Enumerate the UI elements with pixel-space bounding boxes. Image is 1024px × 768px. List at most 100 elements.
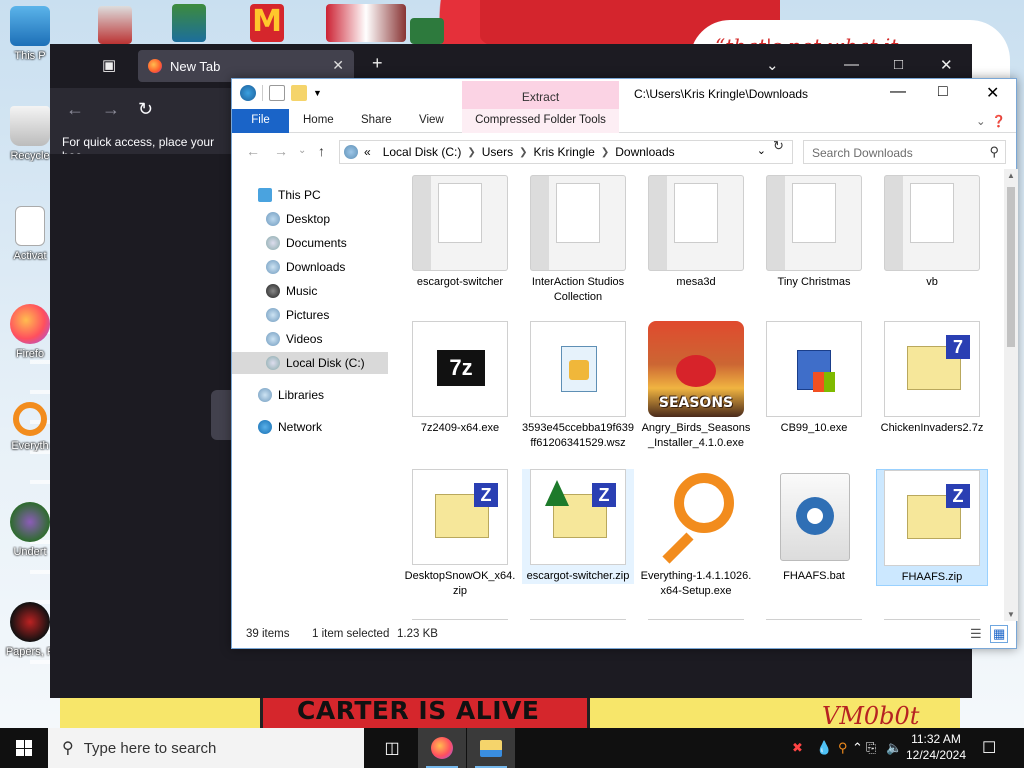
installer-icon — [766, 321, 862, 417]
back-icon[interactable]: ← — [66, 99, 84, 120]
vertical-scrollbar[interactable]: ▲ ▼ — [1004, 169, 1018, 621]
nav-label: Pictures — [286, 308, 330, 322]
extract-context-tab[interactable]: Extract — [462, 81, 619, 109]
tray-water-drop-icon[interactable]: 💧 — [816, 740, 832, 756]
nav-item-music[interactable]: Music — [266, 280, 388, 302]
breadcrumb-users[interactable]: Users — [482, 145, 513, 159]
file-item[interactable]: Z escargot-switcher.zip — [522, 469, 634, 584]
file-item[interactable]: 7 ChickenInvaders2.7z — [876, 321, 988, 436]
expand-ribbon-icon[interactable]: ⌄ — [976, 114, 986, 128]
notification-center-icon[interactable]: ☐ — [982, 738, 996, 758]
maximize-icon[interactable]: □ — [894, 56, 903, 73]
file-item-selected[interactable]: Z FHAAFS.zip — [876, 469, 988, 586]
nav-item-this-pc[interactable]: This PC — [258, 184, 388, 206]
volume-icon[interactable]: 🔈 — [886, 740, 902, 756]
tab-list-icon[interactable]: ▣ — [102, 56, 116, 74]
system-clock[interactable]: 11:32 AM 12/24/2024 — [905, 731, 967, 763]
wsz-skin-icon — [530, 321, 626, 417]
folder-icon — [884, 175, 980, 271]
windows-logo-icon — [16, 740, 32, 756]
ribbon-tab-home[interactable]: Home — [303, 114, 334, 126]
file-name: ChickenInvaders2.7z — [880, 422, 984, 434]
nav-item-pictures[interactable]: Pictures — [266, 304, 388, 326]
large-icons-view-icon[interactable]: ▦ — [990, 625, 1009, 643]
file-item[interactable]: FHAAFS.bat — [758, 469, 870, 584]
tray-everything-icon[interactable]: ⚲ — [838, 740, 848, 756]
close-tab-icon[interactable]: ✕ — [332, 57, 344, 74]
tray-app-icon[interactable]: ✖ — [792, 740, 803, 756]
breadcrumb-separator-icon[interactable]: ❯ — [519, 147, 527, 158]
refresh-icon[interactable]: ↻ — [773, 138, 784, 154]
breadcrumb-separator-icon[interactable]: ❯ — [467, 147, 475, 158]
nav-label: Network — [278, 420, 323, 434]
file-item[interactable]: Everything-1.4.1.1026.x64-Setup.exe — [640, 469, 752, 599]
drive-icon — [344, 145, 358, 159]
breadcrumb-separator-icon[interactable]: ❯ — [601, 147, 609, 158]
up-folder-icon[interactable]: ↑ — [318, 143, 325, 159]
qat-dropdown-icon[interactable]: ▼ — [313, 88, 322, 98]
search-input[interactable]: Search Downloads ⚲ — [803, 140, 1006, 164]
scroll-up-icon[interactable]: ▲ — [1007, 171, 1015, 180]
network-icon[interactable]: ⎘ — [866, 740, 876, 756]
window-title-path: C:\Users\Kris Kringle\Downloads — [634, 87, 809, 101]
sticker-elf-icon — [172, 4, 206, 42]
explorer-title-bar: ▼ Extract C:\Users\Kris Kringle\Download… — [232, 79, 1016, 109]
properties-icon[interactable] — [240, 85, 256, 101]
task-view-button[interactable]: ◫ — [368, 728, 416, 768]
maximize-icon[interactable]: □ — [938, 83, 948, 101]
nav-item-desktop[interactable]: Desktop — [266, 208, 388, 230]
forward-icon[interactable]: → — [274, 143, 288, 159]
checklist-icon[interactable] — [269, 85, 285, 101]
partial-tile — [530, 619, 626, 621]
file-item[interactable]: 7z 7z2409-x64.exe — [404, 321, 516, 436]
folder-item[interactable]: InterAction Studios Collection — [522, 175, 634, 305]
new-tab-icon[interactable]: + — [372, 53, 383, 74]
show-hidden-icons-icon[interactable]: ⌃ — [852, 740, 863, 756]
folder-item[interactable]: mesa3d — [640, 175, 752, 290]
forward-icon[interactable]: → — [102, 99, 120, 120]
breadcrumb-downloads[interactable]: Downloads — [615, 145, 674, 159]
new-folder-icon[interactable] — [291, 85, 307, 101]
nav-item-downloads[interactable]: Downloads — [266, 256, 388, 278]
file-item[interactable]: SEASONS Angry_Birds_Seasons_Installer_4.… — [640, 321, 752, 451]
reload-icon[interactable]: ↻ — [138, 99, 153, 120]
chevron-down-icon[interactable]: ⌄ — [766, 56, 779, 74]
close-window-icon[interactable]: ✕ — [940, 56, 953, 74]
file-item[interactable]: CB99_10.exe — [758, 321, 870, 436]
details-view-icon[interactable]: ☰ — [970, 626, 982, 642]
nav-item-libraries[interactable]: Libraries — [258, 384, 388, 406]
recent-locations-icon[interactable]: ⌄ — [298, 145, 306, 156]
close-window-icon[interactable]: ✕ — [986, 83, 999, 103]
nav-item-videos[interactable]: Videos — [266, 328, 388, 350]
ribbon-tab-compressed-folder-tools[interactable]: Compressed Folder Tools — [462, 109, 619, 133]
partial-tile — [412, 619, 508, 621]
nav-item-local-disk[interactable]: Local Disk (C:) — [232, 352, 388, 374]
file-item[interactable]: 3593e45ccebba19f639ff61206341529.wsz — [522, 321, 634, 451]
nav-item-network[interactable]: Network — [258, 416, 388, 438]
breadcrumb-kris-kringle[interactable]: Kris Kringle — [534, 145, 595, 159]
back-icon[interactable]: ← — [246, 143, 260, 159]
scrollbar-thumb[interactable] — [1007, 187, 1015, 347]
scroll-down-icon[interactable]: ▼ — [1007, 610, 1015, 619]
address-bar[interactable]: « Local Disk (C:) ❯ Users ❯ Kris Kringle… — [339, 140, 793, 164]
ribbon-tab-file[interactable]: File — [232, 109, 289, 133]
minimize-icon[interactable]: — — [844, 56, 859, 73]
ribbon-tab-share[interactable]: Share — [361, 114, 392, 126]
breadcrumb-local-disk[interactable]: Local Disk (C:) — [383, 145, 462, 159]
taskbar-search-input[interactable]: ⚲ Type here to search — [48, 728, 364, 768]
taskbar-firefox[interactable] — [418, 728, 466, 768]
address-dropdown-icon[interactable]: ⌄ — [757, 144, 766, 157]
folder-item[interactable]: Tiny Christmas — [758, 175, 870, 290]
help-icon[interactable]: ❓ — [992, 114, 1006, 128]
search-icon: ⚲ — [989, 144, 999, 159]
nav-item-documents[interactable]: Documents — [266, 232, 388, 254]
selection-count: 1 item selected — [312, 628, 390, 640]
folder-item[interactable]: vb — [876, 175, 988, 290]
taskbar-file-explorer[interactable] — [467, 728, 515, 768]
file-name: escargot-switcher.zip — [526, 570, 630, 582]
start-button[interactable] — [0, 728, 48, 768]
ribbon-tab-view[interactable]: View — [419, 114, 444, 126]
folder-item[interactable]: escargot-switcher — [404, 175, 516, 290]
file-item[interactable]: Z DesktopSnowOK_x64.zip — [404, 469, 516, 599]
minimize-icon[interactable]: — — [890, 83, 906, 101]
